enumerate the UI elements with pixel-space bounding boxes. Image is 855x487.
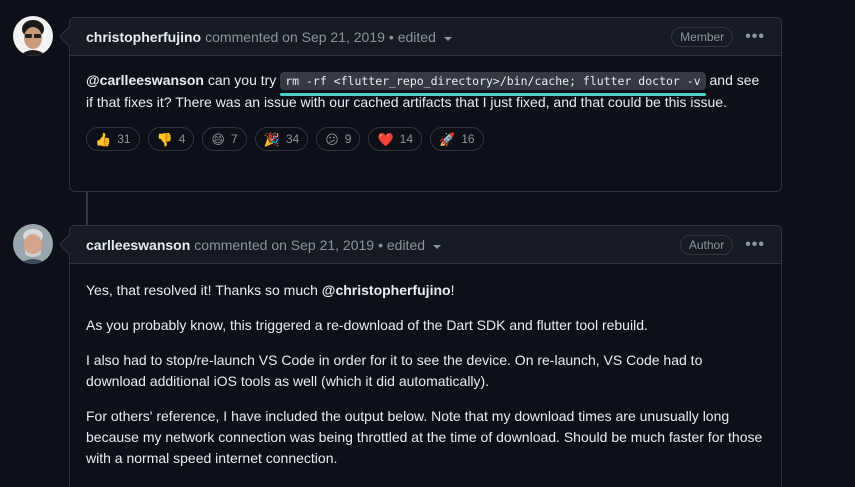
comment-paragraph: As you probably know, this triggered a r… — [86, 317, 648, 333]
rocket-icon: 🚀 — [439, 131, 456, 147]
comment-header: christopherfujino commented on Sep 21, 2… — [70, 18, 781, 56]
comment-paragraph: I also had to stop/re-launch VS Code in … — [86, 352, 703, 389]
reaction-count: 7 — [230, 131, 238, 146]
user-mention[interactable]: @christopherfujino — [322, 282, 451, 298]
hooray-icon: 🎉 — [263, 131, 280, 147]
avatar-christopherfujino[interactable] — [13, 16, 53, 56]
avatar-image — [13, 16, 53, 56]
thumbs-up-icon: 👍 — [95, 131, 112, 147]
comment-paragraph: @carlleeswanson can you try rm -rf <flut… — [86, 70, 765, 113]
reactions-bar: 👍 31 👎 4 😄 7 🎉 34 😕 9 ❤️ 14 🚀 16 — [86, 127, 765, 151]
more-options-icon[interactable]: ••• — [745, 28, 765, 46]
edited-indicator[interactable]: • edited — [378, 237, 425, 253]
thumbs-down-icon: 👎 — [156, 131, 173, 147]
inline-code: rm -rf <flutter_repo_directory>/bin/cach… — [280, 72, 706, 90]
comment-text: can you try — [203, 72, 281, 88]
reaction-count: 9 — [344, 131, 352, 146]
comment-header: carlleeswanson commented on Sep 21, 2019… — [70, 226, 781, 264]
edited-indicator[interactable]: • edited — [389, 29, 436, 45]
comment-text: ! — [450, 282, 455, 298]
laugh-icon: 😄 — [211, 131, 225, 147]
reaction-laugh[interactable]: 😄 7 — [202, 127, 247, 151]
chevron-down-icon[interactable] — [443, 36, 452, 41]
reaction-heart[interactable]: ❤️ 14 — [368, 127, 423, 151]
reaction-thumbs-up[interactable]: 👍 31 — [86, 127, 140, 151]
reaction-count: 31 — [117, 131, 131, 146]
confused-icon: 😕 — [325, 131, 339, 147]
reaction-count: 34 — [285, 131, 300, 146]
reaction-count: 14 — [399, 131, 414, 146]
reaction-confused[interactable]: 😕 9 — [316, 127, 361, 151]
comment-paragraph: For others' reference, I have included t… — [86, 408, 763, 466]
timeline-connector — [86, 192, 88, 226]
reaction-thumbs-down[interactable]: 👎 4 — [147, 127, 195, 151]
reaction-count: 16 — [461, 131, 475, 146]
role-badge: Author — [679, 234, 734, 255]
reaction-count: 4 — [178, 131, 186, 146]
comment-author[interactable]: carlleeswanson — [86, 237, 190, 253]
heart-icon: ❤️ — [377, 131, 394, 147]
comment-author[interactable]: christopherfujino — [86, 29, 201, 45]
reaction-hooray[interactable]: 🎉 34 — [254, 127, 309, 151]
avatar-carlleeswanson[interactable] — [13, 224, 53, 264]
comment-timestamp[interactable]: commented on Sep 21, 2019 — [194, 237, 374, 253]
user-mention[interactable]: @carlleeswanson — [86, 72, 204, 88]
comment-christopherfujino: christopherfujino commented on Sep 21, 2… — [69, 17, 782, 192]
avatar-image — [13, 224, 53, 264]
chevron-down-icon[interactable] — [433, 244, 442, 249]
comment-body: @carlleeswanson can you try rm -rf <flut… — [70, 56, 781, 161]
comment-body: Yes, that resolved it! Thanks so much @c… — [70, 264, 781, 487]
comment-timestamp[interactable]: commented on Sep 21, 2019 — [205, 29, 385, 45]
reaction-rocket[interactable]: 🚀 16 — [430, 127, 484, 151]
role-badge: Member — [671, 26, 734, 47]
comment-paragraph: Yes, that resolved it! Thanks so much @c… — [86, 280, 765, 301]
comment-text: Yes, that resolved it! Thanks so much — [86, 282, 322, 298]
comment-carlleeswanson: carlleeswanson commented on Sep 21, 2019… — [69, 225, 782, 487]
more-options-icon[interactable]: ••• — [745, 236, 765, 254]
